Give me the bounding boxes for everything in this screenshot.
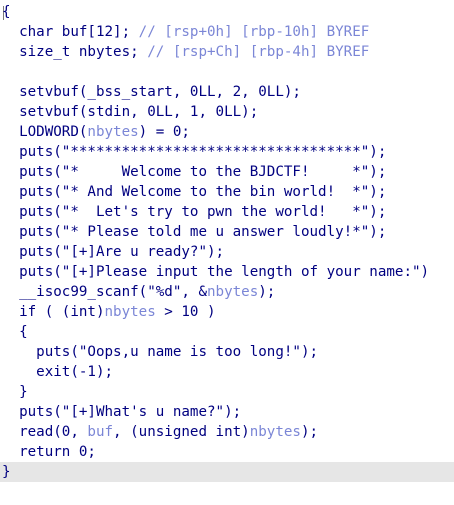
code-token: exit(-1); bbox=[2, 364, 114, 380]
code-line[interactable]: __isoc99_scanf("%d", &nbytes); bbox=[0, 282, 454, 302]
code-line[interactable]: puts("* And Welcome to the bin world! *"… bbox=[0, 182, 454, 202]
code-line[interactable] bbox=[0, 62, 454, 82]
code-line[interactable]: if ( (int)nbytes > 10 ) bbox=[0, 302, 454, 322]
code-line[interactable]: puts("**********************************… bbox=[0, 142, 454, 162]
code-token: } bbox=[2, 464, 11, 480]
code-variable: nbytes bbox=[87, 124, 139, 140]
code-line[interactable]: setvbuf(stdin, 0LL, 1, 0LL); bbox=[0, 102, 454, 122]
code-token: > 10 ) bbox=[155, 304, 216, 320]
code-line[interactable]: puts("[+]Are u ready?"); bbox=[0, 242, 454, 262]
code-line[interactable]: { bbox=[0, 322, 454, 342]
code-token: } bbox=[2, 384, 28, 400]
code-token: LODWORD( bbox=[2, 124, 88, 140]
code-token: puts("* Welcome to the BJDCTF! *"); bbox=[2, 164, 387, 180]
code-line[interactable]: char buf[12]; // [rsp+0h] [rbp-10h] BYRE… bbox=[0, 22, 454, 42]
code-token: { bbox=[2, 4, 11, 20]
code-line[interactable]: puts("* Let's try to pwn the world! *"); bbox=[0, 202, 454, 222]
code-variable: nbytes bbox=[207, 284, 259, 300]
code-token: puts("* Please told me u answer loudly!*… bbox=[2, 224, 387, 240]
code-line[interactable]: return 0; bbox=[0, 442, 454, 462]
code-token: if ( (int) bbox=[2, 304, 105, 320]
code-token: return 0; bbox=[2, 444, 96, 460]
code-token: setvbuf(stdin, 0LL, 1, 0LL); bbox=[2, 104, 259, 120]
code-line[interactable]: puts("[+]Please input the length of your… bbox=[0, 262, 454, 282]
code-token: puts("* Let's try to pwn the world! *"); bbox=[2, 204, 387, 220]
code-line[interactable]: LODWORD(nbytes) = 0; bbox=[0, 122, 454, 142]
code-token: puts("Oops,u name is too long!"); bbox=[2, 344, 319, 360]
code-line[interactable]: } bbox=[0, 462, 454, 482]
code-token: ); bbox=[258, 284, 276, 300]
code-line[interactable]: exit(-1); bbox=[0, 362, 454, 382]
code-token: size_t nbytes; bbox=[2, 44, 148, 60]
code-comment: // [rsp+Ch] [rbp-4h] BYREF bbox=[147, 44, 370, 60]
code-token: , (unsigned int) bbox=[113, 424, 250, 440]
code-editor[interactable]: { char buf[12]; // [rsp+0h] [rbp-10h] BY… bbox=[0, 0, 454, 482]
code-token: char buf[12]; bbox=[2, 24, 139, 40]
code-line[interactable]: { bbox=[0, 2, 454, 22]
code-token: puts("**********************************… bbox=[2, 144, 387, 160]
code-line[interactable]: } bbox=[0, 382, 454, 402]
code-token: puts("[+]Please input the length of your… bbox=[2, 264, 430, 280]
code-token: puts("[+]Are u ready?"); bbox=[2, 244, 225, 260]
code-comment: // [rsp+0h] [rbp-10h] BYREF bbox=[138, 24, 370, 40]
code-token: ) = 0; bbox=[138, 124, 190, 140]
code-token: { bbox=[2, 324, 28, 340]
code-variable: nbytes bbox=[104, 304, 156, 320]
code-token: setvbuf(_bss_start, 0LL, 2, 0LL); bbox=[2, 84, 301, 100]
code-token: ); bbox=[300, 424, 319, 440]
code-token: puts("* And Welcome to the bin world! *"… bbox=[2, 184, 387, 200]
code-line[interactable]: size_t nbytes; // [rsp+Ch] [rbp-4h] BYRE… bbox=[0, 42, 454, 62]
code-variable: buf bbox=[87, 424, 114, 440]
code-token: puts("[+]What's u name?"); bbox=[2, 404, 242, 420]
code-line[interactable]: setvbuf(_bss_start, 0LL, 2, 0LL); bbox=[0, 82, 454, 102]
code-line[interactable]: puts("Oops,u name is too long!"); bbox=[0, 342, 454, 362]
code-line[interactable]: read(0, buf, (unsigned int)nbytes); bbox=[0, 422, 454, 442]
code-token: read(0, bbox=[2, 424, 88, 440]
code-line[interactable]: puts("* Please told me u answer loudly!*… bbox=[0, 222, 454, 242]
code-line[interactable]: puts("* Welcome to the BJDCTF! *"); bbox=[0, 162, 454, 182]
code-token: __isoc99_scanf("%d", & bbox=[2, 284, 207, 300]
code-variable: nbytes bbox=[249, 424, 301, 440]
code-line[interactable]: puts("[+]What's u name?"); bbox=[0, 402, 454, 422]
